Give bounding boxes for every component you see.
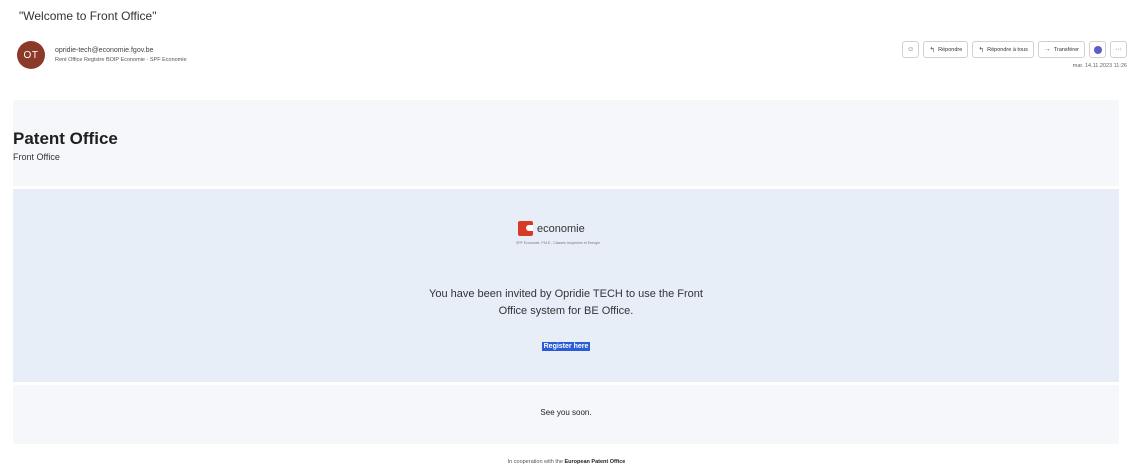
reply-all-icon: ↰ bbox=[978, 46, 985, 54]
brand-subtitle: Front Office bbox=[13, 152, 60, 162]
more-options-button[interactable]: ··· bbox=[1110, 41, 1127, 58]
reply-button[interactable]: ↰ Répondre bbox=[923, 41, 969, 58]
reply-all-label: Répondre à tous bbox=[987, 46, 1028, 53]
invitation-line-1: You have been invited by Opridie TECH to… bbox=[429, 288, 703, 300]
register-link[interactable]: Register here bbox=[541, 342, 591, 351]
teams-dot bbox=[1093, 45, 1102, 54]
reply-icon: ↰ bbox=[929, 46, 936, 54]
mail-footer-panel: See you soon. bbox=[13, 385, 1119, 444]
reply-all-button[interactable]: ↰ Répondre à tous bbox=[972, 41, 1034, 58]
brand-title: Patent Office bbox=[13, 129, 118, 148]
logo-tagline: SPF Economie, P.M.E., Classes moyennes e… bbox=[516, 241, 600, 245]
reply-label: Répondre bbox=[938, 46, 963, 53]
cooperation-prefix: In cooperation with the bbox=[507, 459, 563, 465]
email-date: mar. 14.11.2023 11:26 bbox=[1072, 63, 1127, 69]
teams-icon[interactable] bbox=[1089, 41, 1106, 58]
emoji-icon[interactable]: ☺ bbox=[902, 41, 920, 58]
invitation-line-2: Office system for BE Office. bbox=[498, 305, 634, 317]
economie-logo-icon bbox=[518, 221, 533, 236]
register-link-wrapper: Register here bbox=[13, 335, 1119, 353]
sender-info: OT opridie-tech@economie.fgov.be Rent Of… bbox=[17, 41, 187, 69]
forward-label: Transférer bbox=[1053, 46, 1079, 53]
email-subject: "Welcome to Front Office" bbox=[19, 9, 157, 23]
logo-text: economie bbox=[537, 222, 585, 235]
sender-email[interactable]: opridie-tech@economie.fgov.be bbox=[55, 47, 187, 54]
sender-text: opridie-tech@economie.fgov.be Rent Offic… bbox=[55, 47, 187, 63]
closing-message: See you soon. bbox=[540, 408, 592, 417]
economie-logo: economie bbox=[518, 221, 585, 236]
avatar[interactable]: OT bbox=[17, 41, 45, 69]
email-actions-toolbar: ☺ ↰ Répondre ↰ Répondre à tous → Transfé… bbox=[902, 41, 1127, 58]
invitation-message: You have been invited by Opridie TECH to… bbox=[13, 286, 1119, 320]
recipients: Rent Office Registre BOIP Economie · SPF… bbox=[55, 57, 187, 63]
cooperation-note: In cooperation with the European Patent … bbox=[0, 459, 1133, 465]
mail-header-banner: Patent Office Front Office bbox=[13, 100, 1119, 186]
cooperation-partner[interactable]: European Patent Office bbox=[565, 459, 626, 465]
forward-icon: → bbox=[1043, 46, 1051, 53]
forward-button[interactable]: → Transférer bbox=[1037, 41, 1085, 58]
mail-main-content: economie SPF Economie, P.M.E., Classes m… bbox=[13, 189, 1119, 382]
